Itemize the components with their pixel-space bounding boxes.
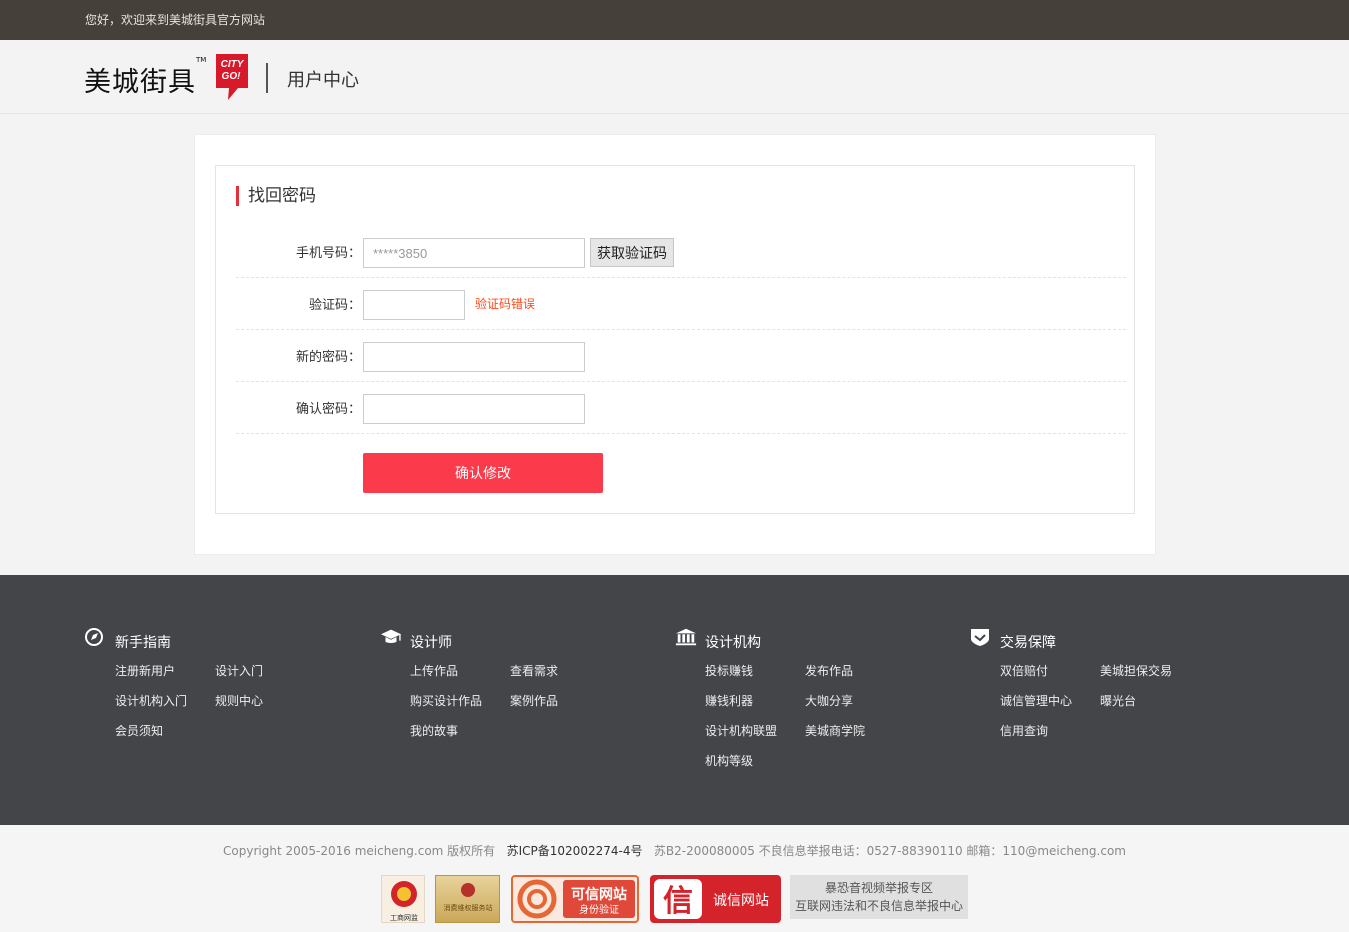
trusted-site-icon: 可信网站 身份验证 [517, 879, 635, 919]
phone-row: 手机号码： 获取验证码 [236, 226, 1126, 278]
trusted-site-badge[interactable]: 可信网站 身份验证 [511, 875, 639, 923]
footer-col-title: 交易保障 [1000, 635, 1056, 651]
new-password-row: 新的密码： [236, 330, 1126, 382]
code-label: 验证码： [308, 298, 361, 313]
badge3-main-text: 可信网站 [571, 886, 627, 903]
code-error-message: 验证码错误 [475, 297, 536, 311]
form-title: 找回密码 [236, 186, 316, 206]
city-go-logo-icon[interactable]: CITY GO! [214, 52, 250, 102]
phone-label: 手机号码： [295, 246, 361, 261]
footer-link[interactable]: 美城商学院 [805, 722, 905, 752]
main-container: 找回密码 手机号码： 获取验证码 验证码： 验证码错误 新的密码： 确认密码： … [194, 134, 1156, 555]
footer-link[interactable]: 曝光台 [1100, 692, 1200, 722]
copyright-text: Copyright 2005-2016 meicheng.com 版权所有 [223, 844, 496, 858]
new-password-label: 新的密码： [295, 350, 361, 365]
verification-code-input[interactable] [363, 290, 465, 320]
bank-icon [675, 628, 697, 646]
license-contact-text: 苏B2-200080005 不良信息举报电话：0527-88390110 邮箱：… [653, 844, 1126, 858]
copyright-line: Copyright 2005-2016 meicheng.com 版权所有 苏I… [0, 842, 1349, 859]
footer-link[interactable]: 规则中心 [215, 692, 315, 722]
footer-link[interactable]: 会员须知 [115, 722, 215, 752]
badge3-sub-text: 身份验证 [579, 903, 619, 916]
footer-link[interactable]: 信用查询 [1000, 722, 1100, 752]
welcome-text: 您好，欢迎来到美城街具官方网站 [85, 13, 266, 27]
badge2-text: 消费维权服务站 [444, 903, 493, 912]
footer-link[interactable]: 设计机构入门 [115, 692, 215, 722]
police-emblem-icon: 工商网监 [390, 881, 418, 922]
footer-col-designer: 设计师 上传作品 查看需求 购买设计作品 案例作品 我的故事 [380, 627, 650, 738]
phone-input[interactable] [363, 238, 585, 268]
footer-link[interactable]: 大咖分享 [805, 692, 905, 722]
footer-col-guide: 新手指南 注册新用户 设计入门 设计机构入门 规则中心 会员须知 [85, 627, 355, 738]
confirm-password-label: 确认密码： [295, 402, 361, 417]
confirm-password-input[interactable] [363, 394, 585, 424]
footer-col-title: 设计机构 [705, 635, 761, 651]
footer-link[interactable]: 赚钱利器 [705, 692, 805, 722]
report-center-badge[interactable]: 暴恐音视频举报专区 互联网违法和不良信息举报中心 [790, 875, 968, 919]
footer-link[interactable]: 查看需求 [510, 662, 610, 692]
consumer-rights-icon: 消费维权服务站 [444, 883, 493, 912]
badge5-line1: 暴恐音视频举报专区 [824, 881, 933, 895]
footer-link[interactable]: 双倍赔付 [1000, 662, 1100, 692]
badge5-line2: 互联网违法和不良信息举报中心 [794, 899, 963, 913]
footer-link[interactable]: 投标赚钱 [705, 662, 805, 692]
graduation-cap-icon [380, 629, 402, 643]
trademark-mark: TM [196, 56, 207, 64]
code-row: 验证码： 验证码错误 [236, 278, 1126, 330]
new-password-input[interactable] [363, 342, 585, 372]
integrity-site-icon: 信 诚信网站 [654, 879, 769, 919]
brand-name[interactable]: 美城街具 [84, 60, 196, 99]
footer-link[interactable]: 诚信管理中心 [1000, 692, 1100, 722]
top-bar: 您好，欢迎来到美城街具官方网站 [0, 0, 1349, 40]
footer-link[interactable]: 注册新用户 [115, 662, 215, 692]
footer-link[interactable]: 设计入门 [215, 662, 315, 692]
gongshang-badge[interactable]: 工商网监 [381, 875, 425, 923]
site-footer: 新手指南 注册新用户 设计入门 设计机构入门 规则中心 会员须知 设计师 上传作… [0, 575, 1349, 825]
footer-link[interactable]: 机构等级 [705, 752, 805, 782]
page-section-title: 用户中心 [287, 70, 359, 91]
confirm-change-button[interactable]: 确认修改 [363, 453, 603, 493]
shield-check-icon [971, 629, 989, 646]
footer-col-agency: 设计机构 投标赚钱 发布作品 赚钱利器 大咖分享 设计机构联盟 美城商学院 机构… [675, 627, 945, 768]
compass-icon [85, 628, 103, 646]
logo-text-line2: GO! [222, 71, 242, 82]
footer-link[interactable]: 发布作品 [805, 662, 905, 692]
footer-col-title: 设计师 [410, 635, 452, 651]
footer-link[interactable]: 美城担保交易 [1100, 662, 1200, 692]
header-divider [266, 63, 268, 93]
reset-password-card: 找回密码 手机号码： 获取验证码 验证码： 验证码错误 新的密码： 确认密码： … [215, 165, 1135, 514]
badge4-text: 诚信网站 [713, 893, 769, 909]
footer-link[interactable]: 设计机构联盟 [705, 722, 805, 752]
footer-link[interactable]: 我的故事 [410, 722, 510, 752]
footer-col-trade: 交易保障 双倍赔付 美城担保交易 诚信管理中心 曝光台 信用查询 [970, 627, 1240, 738]
bottom-bar: Copyright 2005-2016 meicheng.com 版权所有 苏I… [0, 825, 1349, 932]
badge4-char: 信 [663, 884, 693, 919]
footer-link[interactable]: 案例作品 [510, 692, 610, 722]
consumer-rights-badge[interactable]: 消费维权服务站 [435, 875, 500, 923]
footer-col-title: 新手指南 [115, 635, 171, 651]
integrity-site-badge[interactable]: 信 诚信网站 [650, 875, 781, 923]
get-code-button[interactable]: 获取验证码 [590, 238, 674, 267]
confirm-password-row: 确认密码： [236, 382, 1126, 434]
badge1-text: 工商网监 [390, 913, 418, 922]
logo-text-line1: CITY [221, 59, 245, 70]
footer-link[interactable]: 上传作品 [410, 662, 510, 692]
footer-link[interactable]: 购买设计作品 [410, 692, 510, 722]
icp-link[interactable]: 苏ICP备102002274-4号 [507, 844, 643, 858]
site-header [0, 40, 1349, 114]
